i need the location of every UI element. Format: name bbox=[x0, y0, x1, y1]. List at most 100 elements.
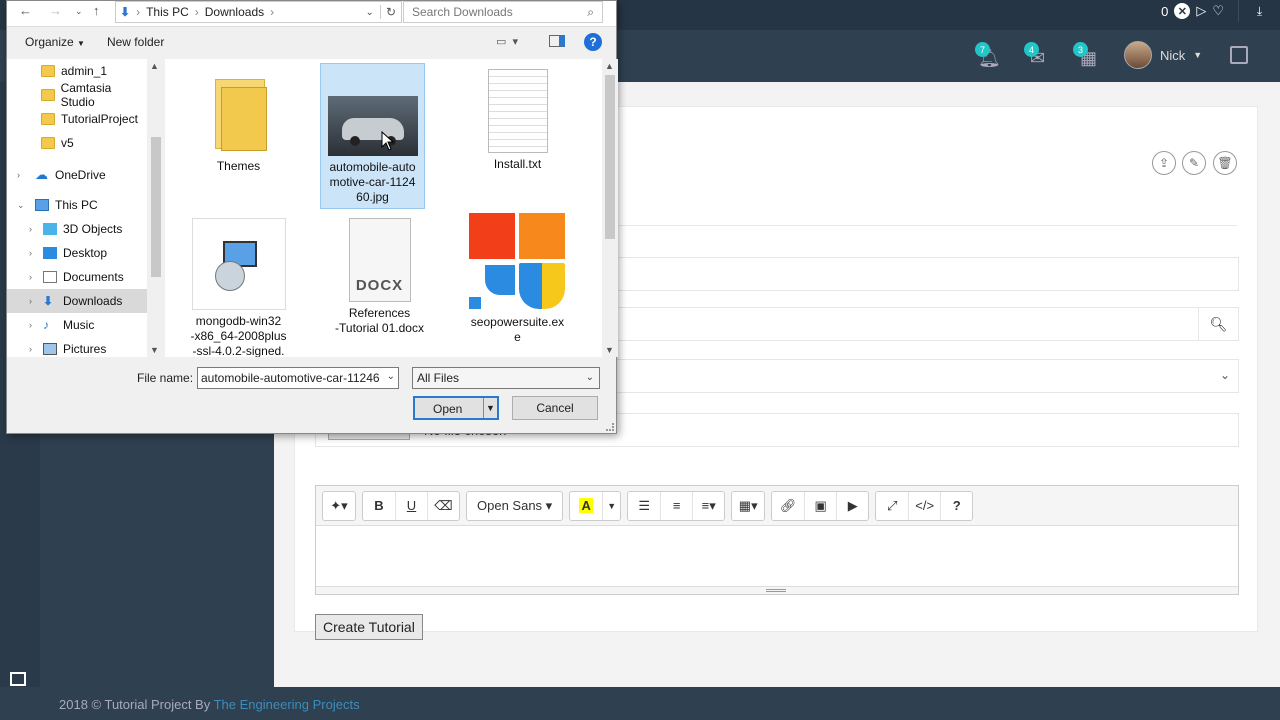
file-item-themes[interactable]: Themes bbox=[186, 63, 291, 203]
file-list-scrollbar[interactable]: ▲ ▼ bbox=[602, 59, 618, 357]
tree-item-downloads[interactable]: › ⬇ Downloads bbox=[7, 289, 147, 313]
table-icon[interactable]: ▦▾ bbox=[732, 492, 764, 520]
trash-icon[interactable]: 🗑︎ bbox=[1213, 151, 1237, 175]
scroll-up-icon[interactable]: ▲ bbox=[605, 61, 614, 71]
file-name-line: e bbox=[514, 330, 521, 344]
fullscreen-icon[interactable]: ⤢ bbox=[876, 492, 908, 520]
breadcrumb-downloads[interactable]: Downloads bbox=[205, 5, 264, 19]
address-dropdown-icon[interactable]: ⌄ bbox=[366, 7, 374, 18]
open-button[interactable]: Open ▼ bbox=[413, 396, 499, 420]
bold-button[interactable]: B bbox=[363, 492, 395, 520]
scrollbar-thumb[interactable] bbox=[605, 75, 615, 239]
file-name-input[interactable]: automobile-automotive-car-11246 ⌄ bbox=[197, 367, 399, 389]
expand-arrow-icon[interactable]: › bbox=[29, 296, 39, 306]
breadcrumb-this-pc[interactable]: This PC bbox=[146, 5, 189, 19]
image-icon[interactable]: ▣ bbox=[804, 491, 836, 520]
font-family-dropdown[interactable]: Open Sans ▾ bbox=[467, 492, 562, 520]
tree-item-documents[interactable]: › Documents bbox=[7, 265, 147, 289]
align-dropdown-icon[interactable]: ≡▾ bbox=[692, 491, 724, 520]
breadcrumb[interactable]: ⬇ › This PC › Downloads › ⌄ ↻ bbox=[115, 1, 402, 23]
scroll-up-icon[interactable]: ▲ bbox=[150, 61, 159, 71]
preview-pane-icon[interactable] bbox=[549, 35, 565, 47]
chevron-down-icon: ⌄ bbox=[1219, 368, 1230, 382]
computer-icon bbox=[35, 199, 49, 211]
file-name: Install.txt bbox=[493, 157, 542, 171]
recent-locations-icon[interactable]: ⌄ bbox=[75, 6, 83, 17]
sidebar-toggle-icon[interactable] bbox=[10, 672, 26, 686]
search-downloads-input[interactable]: Search Downloads ⌕ bbox=[403, 1, 603, 23]
scroll-down-icon[interactable]: ▼ bbox=[150, 345, 159, 355]
new-folder-button[interactable]: New folder bbox=[107, 35, 164, 49]
tree-item-music[interactable]: › ♪ Music bbox=[7, 313, 147, 337]
color-dropdown-icon[interactable]: ▼ bbox=[602, 491, 620, 520]
chevron-down-icon[interactable]: ⌄ bbox=[387, 371, 395, 382]
organize-menu[interactable]: Organize ▼ bbox=[25, 35, 85, 49]
scroll-down-icon[interactable]: ▼ bbox=[605, 345, 614, 355]
scrollbar-thumb[interactable] bbox=[151, 137, 161, 277]
expand-arrow-icon[interactable]: › bbox=[29, 272, 39, 282]
view-options-icon[interactable]: ▭ ▾ bbox=[496, 35, 536, 49]
tree-item-desktop[interactable]: › Desktop bbox=[7, 241, 147, 265]
tree-item-tutorialproject[interactable]: TutorialProject bbox=[7, 107, 147, 131]
collapse-arrow-icon[interactable]: ⌄ bbox=[17, 200, 27, 211]
cancel-button[interactable]: Cancel bbox=[512, 396, 598, 420]
tree-item-pictures[interactable]: › Pictures bbox=[7, 337, 147, 357]
file-type-select[interactable]: All Files ⌄ bbox=[412, 367, 600, 389]
create-tutorial-button[interactable]: Create Tutorial bbox=[315, 614, 423, 640]
resize-grip-icon[interactable] bbox=[606, 423, 614, 431]
tree-scrollbar[interactable]: ▲ ▼ bbox=[147, 59, 164, 357]
play-icon[interactable]: ▷ bbox=[1196, 3, 1206, 19]
eraser-icon[interactable]: ⌫ bbox=[427, 491, 459, 520]
underline-button[interactable]: U bbox=[395, 491, 427, 520]
code-view-icon[interactable]: </> bbox=[908, 491, 940, 520]
help-icon[interactable]: ? bbox=[584, 33, 602, 51]
file-item-seopowersuite[interactable]: seopowersuite.ex e bbox=[465, 212, 570, 352]
search-icon[interactable]: 🔍︎ bbox=[1198, 308, 1238, 340]
file-item-references-docx[interactable]: DOCX References -Tutorial 01.docx bbox=[327, 212, 432, 352]
help-button[interactable]: ? bbox=[940, 491, 972, 520]
tree-item-label: Downloads bbox=[63, 294, 123, 308]
installer-icon bbox=[191, 218, 286, 310]
download-icon[interactable]: ⤓ bbox=[1238, 0, 1280, 22]
file-type-value: All Files bbox=[417, 371, 460, 385]
expand-arrow-icon[interactable]: › bbox=[29, 344, 39, 354]
upload-cloud-icon[interactable]: ⇪ bbox=[1152, 151, 1176, 175]
music-icon: ♪ bbox=[43, 318, 49, 332]
footer: 2018 © Tutorial Project By The Engineeri… bbox=[0, 687, 1280, 720]
search-icon: ⌕ bbox=[587, 5, 594, 19]
forward-arrow-icon[interactable]: → bbox=[49, 3, 62, 18]
file-item-mongodb-installer[interactable]: mongodb-win32 -x86_64-2008plus -ssl-4.0.… bbox=[186, 212, 291, 357]
text-color-icon[interactable]: A bbox=[570, 492, 602, 520]
logout-icon[interactable] bbox=[1230, 46, 1248, 64]
close-extension-icon[interactable]: ✕ bbox=[1174, 3, 1191, 19]
link-icon[interactable]: 🔗︎ bbox=[772, 492, 804, 520]
tree-item-this-pc[interactable]: ⌄ This PC bbox=[7, 193, 147, 217]
editor-resize-handle[interactable] bbox=[316, 586, 1238, 594]
file-name-line: automobile-auto bbox=[329, 160, 416, 174]
back-arrow-icon[interactable]: ← bbox=[19, 3, 32, 18]
rich-text-editor[interactable]: ✦▾ B U ⌫ Open Sans ▾ A ▼ ☰ ≡ ≡▾ ▦▾ 🔗︎ ▣ … bbox=[315, 485, 1239, 595]
tree-item-3d-objects[interactable]: › 3D Objects bbox=[7, 217, 147, 241]
video-icon[interactable]: ▶ bbox=[836, 491, 868, 520]
file-item-install-txt[interactable]: Install.txt bbox=[465, 63, 570, 203]
expand-arrow-icon[interactable]: › bbox=[29, 248, 39, 258]
up-arrow-icon[interactable]: ↑ bbox=[93, 3, 100, 18]
tree-item-admin-1[interactable]: admin_1 bbox=[7, 59, 147, 83]
tree-item-label: 3D Objects bbox=[63, 222, 123, 236]
tree-item-v5[interactable]: v5 bbox=[7, 131, 147, 155]
magic-wand-icon[interactable]: ✦▾ bbox=[323, 492, 355, 520]
heart-icon[interactable]: ♡ bbox=[1212, 3, 1224, 19]
bullet-list-icon[interactable]: ☰ bbox=[628, 492, 660, 520]
footer-link[interactable]: The Engineering Projects bbox=[214, 697, 360, 712]
refresh-icon[interactable]: ↻ bbox=[379, 5, 401, 19]
tree-item-onedrive[interactable]: › ☁ OneDrive bbox=[7, 163, 147, 187]
expand-arrow-icon[interactable]: › bbox=[17, 170, 27, 180]
expand-arrow-icon[interactable]: › bbox=[29, 224, 39, 234]
open-options-dropdown-icon[interactable]: ▼ bbox=[483, 398, 497, 418]
file-item-car-photo[interactable]: automobile-auto motive-car-1124 60.jpg bbox=[320, 63, 425, 209]
user-menu[interactable]: Nick ▼ bbox=[1124, 41, 1202, 69]
expand-arrow-icon[interactable]: › bbox=[29, 320, 39, 330]
numbered-list-icon[interactable]: ≡ bbox=[660, 491, 692, 520]
wrench-icon[interactable]: ✎ bbox=[1182, 151, 1206, 175]
tree-item-camtasia-studio[interactable]: Camtasia Studio bbox=[7, 81, 147, 109]
